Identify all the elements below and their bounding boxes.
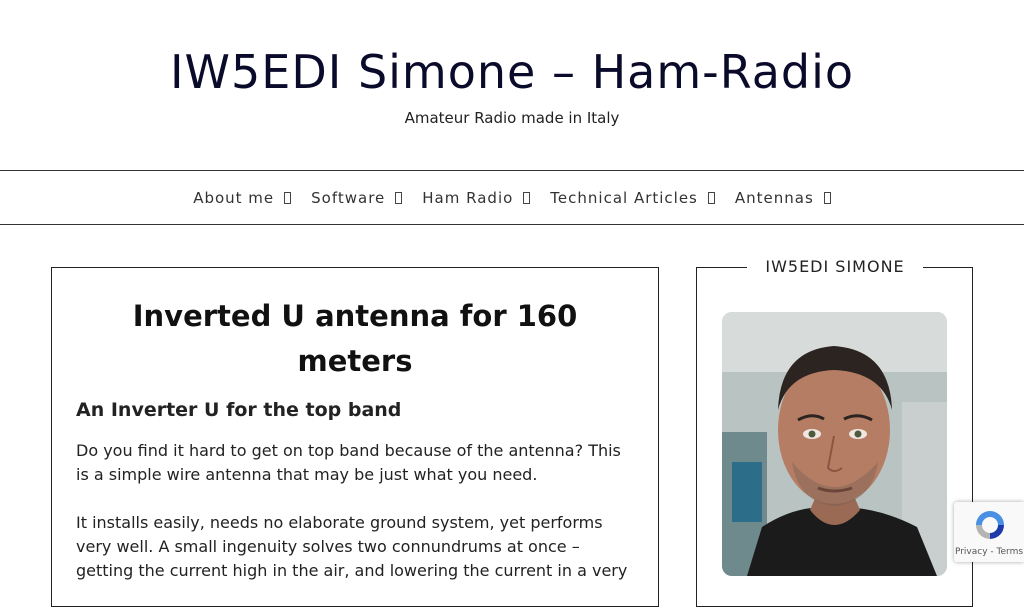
nav-item-antennas[interactable]: Antennas (735, 189, 831, 207)
nav-item-label: Technical Articles (550, 188, 698, 207)
site-header: IW5EDI Simone – Ham-Radio Amateur Radio … (0, 0, 1024, 171)
author-portrait (722, 312, 947, 576)
dropdown-icon (523, 191, 531, 204)
recaptcha-icon (976, 511, 1004, 539)
article-card: Inverted U antenna for 160 meters An Inv… (51, 267, 659, 607)
sidebar-widget-title: IW5EDI SIMONE (747, 256, 923, 278)
nav-item-label: Ham Radio (422, 188, 514, 207)
dropdown-icon (284, 191, 292, 204)
nav-item-about-me[interactable]: About me (193, 188, 292, 207)
dropdown-icon (395, 191, 403, 204)
article-paragraph: Do you find it hard to get on top band b… (76, 441, 621, 484)
nav-item-technical-articles[interactable]: Technical Articles (550, 189, 715, 207)
sidebar-widget: IW5EDI SIMONE (696, 256, 973, 607)
nav-item-label: Software (311, 188, 386, 207)
main-navigation: About me Software Ham Radio Technical Ar… (0, 170, 1024, 225)
article-title: Inverted U antenna for 160 meters (132, 299, 578, 378)
recaptcha-separator: - (987, 547, 997, 557)
site-title[interactable]: IW5EDI Simone – Ham-Radio (0, 44, 1024, 100)
nav-item-ham-radio[interactable]: Ham Radio (422, 188, 531, 207)
article-paragraph: It installs easily, needs no elaborate g… (76, 513, 628, 580)
nav-item-label: About me (193, 188, 275, 207)
nav-item-software[interactable]: Software (311, 188, 403, 207)
recaptcha-terms-link[interactable]: Terms (997, 547, 1024, 557)
dropdown-icon (707, 191, 715, 204)
recaptcha-badge[interactable]: Privacy - Terms (954, 502, 1024, 562)
nav-item-label: Antennas (734, 188, 814, 207)
article-subtitle: An Inverter U for the top band (76, 399, 402, 421)
site-tagline: Amateur Radio made in Italy (404, 109, 620, 127)
dropdown-icon (823, 191, 831, 204)
author-photo (722, 312, 947, 576)
recaptcha-links: Privacy - Terms (954, 546, 1024, 558)
recaptcha-privacy-link[interactable]: Privacy (955, 547, 988, 557)
